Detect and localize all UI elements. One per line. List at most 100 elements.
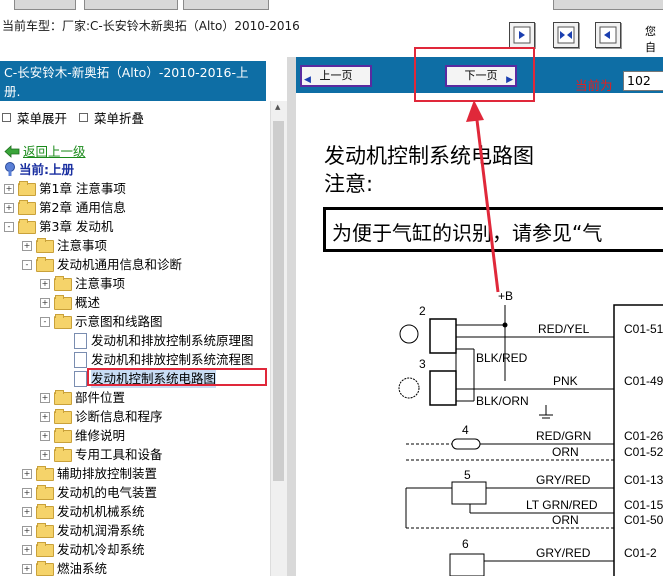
sidebar-title: C-长安铃木-新奥拓（Alto）-2010-2016-上册. <box>0 61 266 101</box>
tree-node-label: 发动机的电气装置 <box>57 485 158 500</box>
pin-label: C01-49 <box>624 374 663 388</box>
sensor-3-body <box>429 370 457 406</box>
pane-splitter[interactable] <box>287 57 296 576</box>
collapse-node-icon[interactable]: - <box>40 317 50 327</box>
sensor-2-icon <box>399 324 419 344</box>
folder-icon <box>54 295 72 310</box>
expand-node-icon[interactable]: + <box>40 412 50 422</box>
expand-node-icon[interactable]: + <box>22 241 32 251</box>
user-info-line1: 您自 <box>645 25 656 54</box>
folder-icon <box>18 219 36 234</box>
folder-icon <box>18 181 36 196</box>
wire-label: GRY/RED <box>536 546 591 560</box>
scroll-up-icon[interactable]: ▲ <box>275 103 280 111</box>
collapse-node-icon[interactable]: - <box>4 222 14 232</box>
scrollbar-thumb[interactable] <box>273 121 284 481</box>
component-number: 6 <box>462 537 469 551</box>
folder-icon <box>36 466 54 481</box>
pin-label: C01-26 <box>624 429 663 443</box>
sidebar-scrollbar[interactable]: ▲ <box>270 101 287 576</box>
folder-icon <box>36 257 54 272</box>
back-arrow-icon <box>4 145 20 158</box>
top-tab-button[interactable] <box>553 0 663 10</box>
sidebar: C-长安铃木-新奥拓（Alto）-2010-2016-上册. 菜单展开 菜单折叠… <box>0 57 287 576</box>
expand-node-icon[interactable]: + <box>4 203 14 213</box>
tree-node-label: 发动机机械系统 <box>57 504 145 519</box>
expand-node-icon[interactable]: + <box>4 184 14 194</box>
wire-label: ORN <box>552 445 579 459</box>
wire-label: PNK <box>553 374 578 388</box>
wire-label: LT GRN/RED <box>526 498 598 512</box>
tree-node-label: 发动机和排放控制系统流程图 <box>91 352 254 367</box>
top-tab-button[interactable] <box>183 0 269 10</box>
sensor-6-body <box>449 553 485 576</box>
prev-page-label: 上一页 <box>319 69 353 82</box>
folder-icon <box>54 428 72 443</box>
folder-icon <box>36 504 54 519</box>
fullscreen-view-icon[interactable] <box>595 22 621 48</box>
pin-label: C01-2 <box>624 546 657 560</box>
document-note: 注意: <box>324 172 374 196</box>
annotation-box-next-page <box>414 47 535 102</box>
folder-icon <box>36 561 54 576</box>
folder-icon <box>54 447 72 462</box>
tree-node-label: 燃油系统 <box>57 561 108 576</box>
menu-expand-button[interactable]: 菜单展开 <box>17 111 67 126</box>
document-icon <box>74 352 87 368</box>
prev-page-button[interactable]: ◀ 上一页 <box>300 65 372 87</box>
vehicle-model-label: 当前车型：厂家:C-长安铃木新奥拓（Alto）2010-2016 <box>2 19 300 33</box>
heater-4-icon <box>451 438 481 450</box>
folder-icon <box>54 409 72 424</box>
location-pin-icon <box>5 162 15 176</box>
expand-node-icon[interactable]: + <box>22 469 32 479</box>
expand-node-icon[interactable]: + <box>22 526 32 536</box>
tree-node-label: 专用工具和设备 <box>75 447 163 462</box>
expand-icon <box>2 113 11 122</box>
top-tab-button[interactable] <box>14 0 76 10</box>
expand-node-icon[interactable]: + <box>40 431 50 441</box>
expand-node-icon[interactable]: + <box>40 298 50 308</box>
sensor-2-body <box>429 318 457 354</box>
tree-node-label: 示意图和线路图 <box>75 314 163 329</box>
wire-label: RED/YEL <box>538 322 590 336</box>
single-page-view-icon[interactable] <box>509 22 535 48</box>
double-page-view-icon[interactable] <box>553 22 579 48</box>
prev-arrow-icon: ◀ <box>304 75 311 85</box>
document-icon <box>74 371 87 387</box>
folder-icon <box>54 390 72 405</box>
tree-node-label: 第1章 注意事项 <box>39 181 126 196</box>
expand-node-icon[interactable]: + <box>22 507 32 517</box>
collapse-node-icon[interactable]: - <box>22 260 32 270</box>
tree-node-label: 发动机通用信息和诊断 <box>57 257 183 272</box>
top-bar: 当前车型：厂家:C-长安铃木新奥拓（Alto）2010-2016 您自 870 <box>0 0 663 70</box>
collapse-icon <box>79 113 88 122</box>
document-title: 发动机控制系统电路图 <box>324 144 534 168</box>
menu-collapse-button[interactable]: 菜单折叠 <box>94 111 144 126</box>
expand-node-icon[interactable]: + <box>22 564 32 574</box>
tree-node-label: 注意事项 <box>75 276 126 291</box>
wire-label: RED/GRN <box>536 429 591 443</box>
tree-node-label: 部件位置 <box>75 390 126 405</box>
tree-node-label: 概述 <box>75 295 101 310</box>
tree-node-label: 第3章 发动机 <box>39 219 114 234</box>
component-number: 3 <box>419 357 426 371</box>
tree-node-label: 第2章 通用信息 <box>39 200 126 215</box>
wire-label: ORN <box>552 513 579 527</box>
tree-node-label: 辅助排放控制装置 <box>57 466 158 481</box>
wire-label: BLK/ORN <box>476 394 529 408</box>
folder-icon <box>54 314 72 329</box>
page-number-input[interactable]: 102 <box>623 71 663 91</box>
sensor-5-body <box>451 481 487 505</box>
expand-node-icon[interactable]: + <box>40 393 50 403</box>
expand-node-icon[interactable]: + <box>40 450 50 460</box>
expand-node-icon[interactable]: + <box>22 488 32 498</box>
notice-text: 为便于气缸的识别，请参见“气 <box>332 221 603 245</box>
component-number: 5 <box>464 468 471 482</box>
top-tab-button[interactable] <box>84 0 178 10</box>
expand-node-icon[interactable]: + <box>40 279 50 289</box>
document-icon <box>74 333 87 349</box>
expand-node-icon[interactable]: + <box>22 545 32 555</box>
current-location-label: 当前:上册 <box>19 162 74 177</box>
component-number: 2 <box>419 304 426 318</box>
component-number: 4 <box>462 423 469 437</box>
